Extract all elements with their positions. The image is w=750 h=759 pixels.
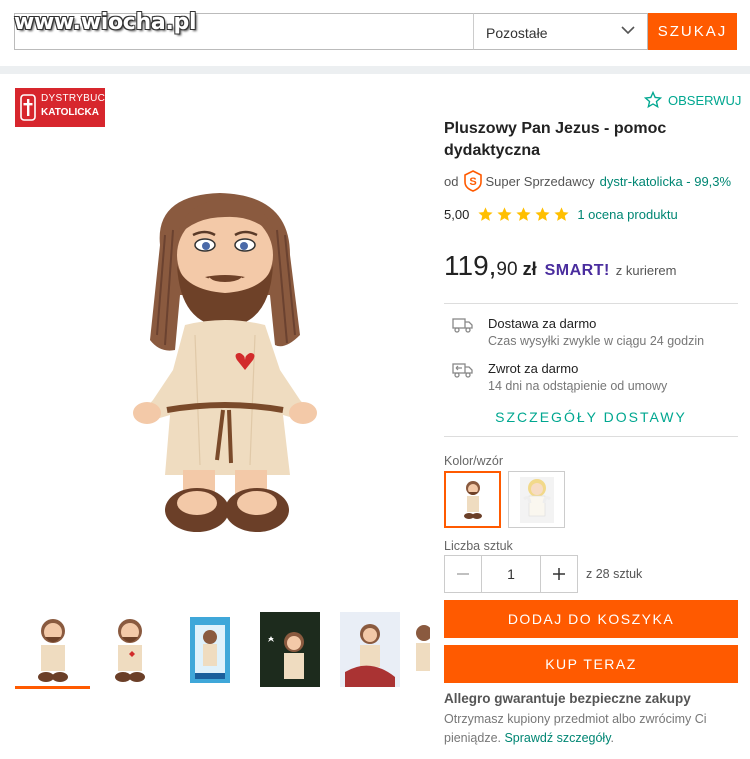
delivery-details-link[interactable]: SZCZEGÓŁY DOSTAWY [444, 409, 738, 425]
thumbnail-2[interactable] [92, 612, 167, 687]
star-icon [554, 207, 569, 221]
guarantee-text: Otrzymasz kupiony przedmiot albo zwrócim… [444, 710, 744, 748]
thumbnail-1[interactable] [15, 612, 90, 687]
header-divider [0, 66, 750, 74]
observe-button[interactable]: OBSERWUJ [644, 91, 741, 109]
rating-stars [477, 206, 570, 223]
price-integer: 119, [444, 250, 497, 281]
thumbnail-5[interactable] [332, 612, 407, 687]
guarantee-title: Allegro gwarantuje bezpieczne zakupy [444, 691, 691, 706]
cross-icon [20, 94, 36, 121]
star-icon [516, 207, 531, 221]
seller-prefix: od [444, 173, 459, 189]
price-currency: zł [522, 259, 537, 279]
smart-badge[interactable]: SMART! [545, 262, 610, 280]
star-icon [478, 207, 493, 221]
rating-count-link[interactable]: 1 ocena produktu [577, 207, 677, 222]
truck-icon [452, 318, 473, 333]
guarantee-section: Allegro gwarantuje bezpieczne zakupy Otr… [444, 691, 744, 748]
return-info: Zwrot za darmo 14 dni na odstąpienie od … [452, 361, 667, 393]
svg-text:S: S [470, 176, 477, 188]
star-outline-icon [644, 91, 662, 109]
smart-note: z kurierem [615, 263, 677, 278]
divider [444, 303, 738, 304]
thumbnail-image [339, 612, 400, 687]
quantity-stepper: 1 [444, 555, 578, 593]
quantity-input[interactable]: 1 [482, 556, 540, 592]
product-title: Pluszowy Pan Jezus - pomoc dydaktyczna [444, 120, 667, 159]
active-thumbnail-indicator [15, 686, 90, 689]
quantity-increase-button[interactable] [540, 556, 577, 592]
delivery-title: Dostawa za darmo [488, 316, 597, 331]
quantity-label: Liczba sztuk [444, 539, 513, 553]
minus-icon [457, 573, 469, 575]
thumbnail-image [114, 618, 145, 682]
seller-badge-label: Super Sprzedawcy [485, 173, 595, 189]
price-decimal: 90 [496, 259, 518, 280]
thumbnail-strip [15, 612, 430, 692]
star-icon [535, 207, 550, 221]
category-selected-label: Pozostałe [486, 25, 548, 41]
star-icon [497, 207, 512, 221]
watermark: www.wiocha.pl [14, 10, 197, 35]
thumbnail-4[interactable] [252, 612, 327, 687]
thumbnail-image [416, 624, 430, 671]
thumbnail-image [259, 612, 320, 687]
thumbnail-6[interactable] [410, 612, 430, 687]
rating-line: 5,00 1 ocena produktu [444, 206, 678, 223]
buy-now-button[interactable]: KUP TERAZ [444, 645, 738, 683]
thumbnail-3[interactable] [172, 612, 247, 687]
price-line: 119, 90 zł SMART! z kurierem [444, 250, 676, 282]
variant-image [463, 480, 482, 519]
observe-label: OBSERWUJ [668, 92, 742, 108]
return-subtitle: 14 dni na odstąpienie od umowy [488, 379, 668, 393]
seller-logo-line2: KATOLICKA [41, 107, 99, 118]
delivery-info: Dostawa za darmo Czas wysyłki zwykle w c… [452, 316, 704, 348]
variant-image [519, 476, 554, 523]
thumbnail-image [189, 616, 230, 683]
add-to-cart-button[interactable]: DODAJ DO KOSZYKA [444, 600, 738, 638]
chevron-down-icon [621, 26, 635, 35]
seller-logo[interactable]: DYSTRYBUCJA KATOLICKA [15, 88, 118, 127]
guarantee-details-link[interactable]: Sprawdź szczegóły [504, 731, 610, 745]
product-main-image[interactable] [105, 175, 345, 555]
variant-label: Kolor/wzór [444, 454, 504, 468]
rating-value: 5,00 [444, 207, 470, 222]
plus-icon [553, 568, 565, 580]
search-button[interactable]: SZUKAJ [648, 13, 737, 50]
variant-option-2[interactable] [508, 471, 565, 528]
thumbnail-image [37, 618, 68, 682]
seller-line: od S Super Sprzedawcy dystr-katolicka - … [444, 170, 731, 192]
return-title: Zwrot za darmo [488, 361, 579, 376]
return-truck-icon [452, 363, 473, 378]
seller-logo-line1: DYSTRYBUCJA [41, 93, 118, 104]
delivery-subtitle: Czas wysyłki zwykle w ciągu 24 godzin [488, 334, 705, 348]
category-select[interactable]: Pozostałe [473, 13, 648, 50]
guarantee-suffix: . [610, 731, 615, 745]
variant-option-1[interactable] [444, 471, 501, 528]
quantity-available: z 28 sztuk [586, 567, 643, 581]
seller-name-link[interactable]: dystr-katolicka - 99,3% [600, 174, 732, 189]
super-seller-icon: S [464, 170, 483, 192]
quantity-decrease-button[interactable] [445, 556, 482, 592]
divider [444, 436, 738, 437]
